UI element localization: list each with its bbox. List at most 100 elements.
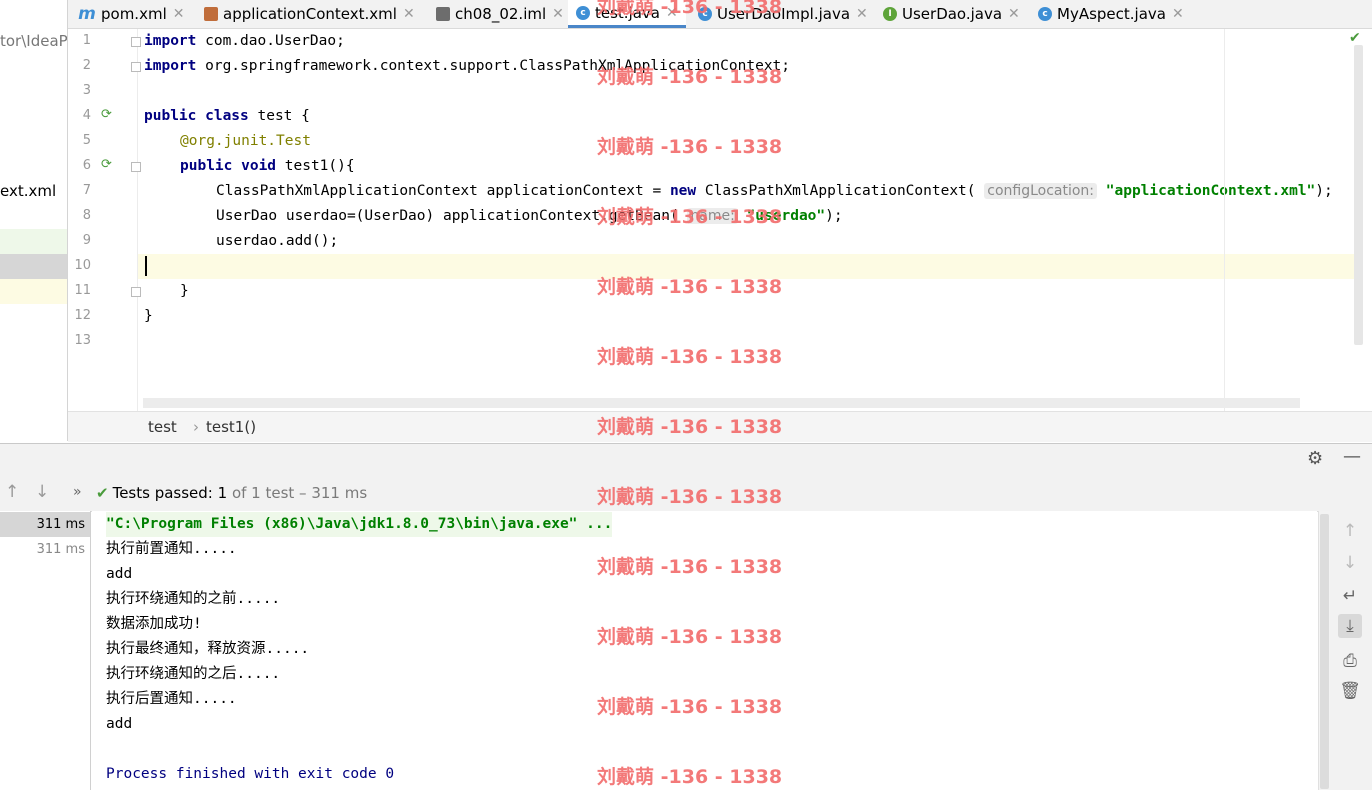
close-icon[interactable]: ✕	[173, 6, 185, 22]
editor-gutter: 1 2 3 4 5 6 7 8 9 10 11 12 13 ⟳ ⟳	[68, 29, 141, 411]
test-tree: 311 ms 311 ms	[0, 511, 91, 790]
project-row-selected[interactable]	[0, 254, 67, 279]
tab-label: UserDao.java	[902, 4, 1003, 23]
tab-pom-xml[interactable]: m pom.xml ✕	[78, 0, 184, 27]
breadcrumb-method[interactable]: test1()	[206, 418, 256, 436]
project-row-highlight	[0, 279, 67, 304]
class-icon: c	[576, 5, 590, 20]
console-line: 数据添加成功!	[106, 616, 202, 632]
right-margin-guide	[1224, 29, 1225, 411]
interface-icon: I	[883, 6, 897, 21]
editor-horizontal-scrollbar[interactable]	[143, 398, 1300, 408]
parameter-hint: configLocation:	[984, 183, 1098, 199]
close-icon[interactable]: ✕	[1008, 6, 1020, 22]
arrow-down-icon[interactable]: ↓	[1338, 551, 1362, 575]
run-test-icon[interactable]: ⟳	[101, 108, 115, 122]
code-line: import com.dao.UserDao;	[144, 33, 345, 49]
maven-icon: m	[78, 3, 96, 24]
console-line: 执行环绕通知的之前.....	[106, 591, 281, 607]
code-line: public class test {	[144, 108, 310, 124]
watermark: 刘戴萌 -136 - 1338	[597, 626, 783, 648]
scrollbar-thumb[interactable]	[1320, 514, 1329, 789]
arrow-up-icon[interactable]: ↑	[5, 482, 19, 502]
line-number: 1	[82, 33, 91, 48]
line-number: 8	[82, 208, 91, 223]
tab-ch08-02-iml[interactable]: ch08_02.iml ✕	[436, 0, 564, 27]
check-icon: ✔	[96, 484, 109, 502]
close-icon[interactable]: ✕	[1172, 6, 1184, 22]
watermark: 刘戴萌 -136 - 1338	[597, 416, 783, 438]
watermark: 刘戴萌 -136 - 1338	[597, 486, 783, 508]
watermark: 刘戴萌 -136 - 1338	[597, 136, 783, 158]
console-line: 执行后置通知.....	[106, 691, 237, 707]
close-icon[interactable]: ✕	[856, 6, 868, 22]
console-line: 执行前置通知.....	[106, 541, 237, 557]
project-row-highlight	[0, 229, 67, 254]
close-icon[interactable]: ✕	[403, 6, 415, 22]
tab-myaspect-java[interactable]: c MyAspect.java ✕	[1038, 0, 1184, 27]
run-test-icon[interactable]: ⟳	[101, 158, 115, 172]
xml-file-icon	[204, 6, 218, 21]
tab-label: MyAspect.java	[1057, 4, 1166, 23]
watermark: 刘戴萌 -136 - 1338	[597, 66, 783, 88]
line-number: 4	[82, 108, 91, 123]
run-tool-window-header: ⚙ —	[0, 443, 1372, 474]
code-line: userdao.add();	[216, 233, 339, 249]
console-line: add	[106, 566, 133, 582]
tests-status: ✔ Tests passed: 1 of 1 test – 311 ms	[96, 484, 368, 502]
watermark: 刘戴萌 -136 - 1338	[597, 556, 783, 578]
watermark: 刘戴萌 -136 - 1338	[597, 0, 783, 18]
code-line: ClassPathXmlApplicationContext applicati…	[216, 183, 1333, 199]
close-icon[interactable]: ✕	[552, 6, 564, 22]
trash-icon[interactable]: 🗑	[1338, 679, 1362, 703]
line-number: 12	[74, 308, 91, 323]
console-line: 执行环绕通知的之后.....	[106, 666, 281, 682]
breadcrumb-class[interactable]: test	[148, 418, 177, 436]
line-number: 7	[82, 183, 91, 198]
class-icon: c	[1038, 6, 1052, 21]
console-toolbar: ↑ ↓ ↵ ⤓ ⎙ 🗑	[1330, 511, 1372, 790]
line-number: 9	[82, 233, 91, 248]
project-panel: tor\IdeaP ext.xml	[0, 0, 68, 441]
tab-label: applicationContext.xml	[223, 4, 397, 23]
scroll-to-end-icon[interactable]: ⤓	[1338, 614, 1362, 638]
project-path-fragment[interactable]: tor\IdeaP	[0, 32, 67, 50]
watermark: 刘戴萌 -136 - 1338	[597, 766, 783, 788]
code-line: @org.junit.Test	[180, 133, 311, 149]
console-line: Process finished with exit code 0	[106, 766, 395, 782]
breadcrumb-separator: ›	[193, 418, 199, 436]
code-line: }	[180, 283, 189, 299]
text-caret	[145, 256, 147, 276]
line-number: 13	[74, 333, 91, 348]
print-icon[interactable]: ⎙	[1338, 649, 1362, 673]
line-number: 6	[82, 158, 91, 173]
line-number: 5	[82, 133, 91, 148]
tab-label: pom.xml	[101, 4, 167, 23]
console-line: "C:\Program Files (x86)\Java\jdk1.8.0_73…	[106, 512, 613, 537]
arrow-down-icon[interactable]: ↓	[35, 482, 49, 502]
line-number: 10	[74, 258, 91, 273]
inspection-ok-icon[interactable]: ✔	[1349, 30, 1361, 46]
watermark: 刘戴萌 -136 - 1338	[597, 696, 783, 718]
tab-applicationcontext-xml[interactable]: applicationContext.xml ✕	[204, 0, 415, 27]
line-number: 3	[82, 83, 91, 98]
watermark: 刘戴萌 -136 - 1338	[597, 206, 783, 228]
arrow-up-icon[interactable]: ↑	[1338, 519, 1362, 543]
tab-userdao-java[interactable]: I UserDao.java ✕	[883, 0, 1020, 27]
module-file-icon	[436, 6, 450, 21]
minimize-icon[interactable]: —	[1343, 446, 1361, 467]
test-tree-row[interactable]: 311 ms	[0, 537, 90, 562]
more-icon[interactable]: »	[73, 484, 82, 500]
watermark: 刘戴萌 -136 - 1338	[597, 276, 783, 298]
gear-icon[interactable]: ⚙	[1307, 448, 1323, 469]
console-line: add	[106, 716, 133, 732]
soft-wrap-icon[interactable]: ↵	[1338, 584, 1362, 608]
tab-label: ch08_02.iml	[455, 4, 547, 23]
editor-vertical-scrollbar[interactable]	[1354, 45, 1363, 345]
code-line: public void test1(){	[180, 158, 355, 174]
line-number: 2	[82, 58, 91, 73]
test-tree-row[interactable]: 311 ms	[0, 512, 90, 537]
watermark: 刘戴萌 -136 - 1338	[597, 346, 783, 368]
console-line: 执行最终通知，释放资源.....	[106, 641, 310, 657]
project-file-fragment[interactable]: ext.xml	[0, 182, 56, 200]
